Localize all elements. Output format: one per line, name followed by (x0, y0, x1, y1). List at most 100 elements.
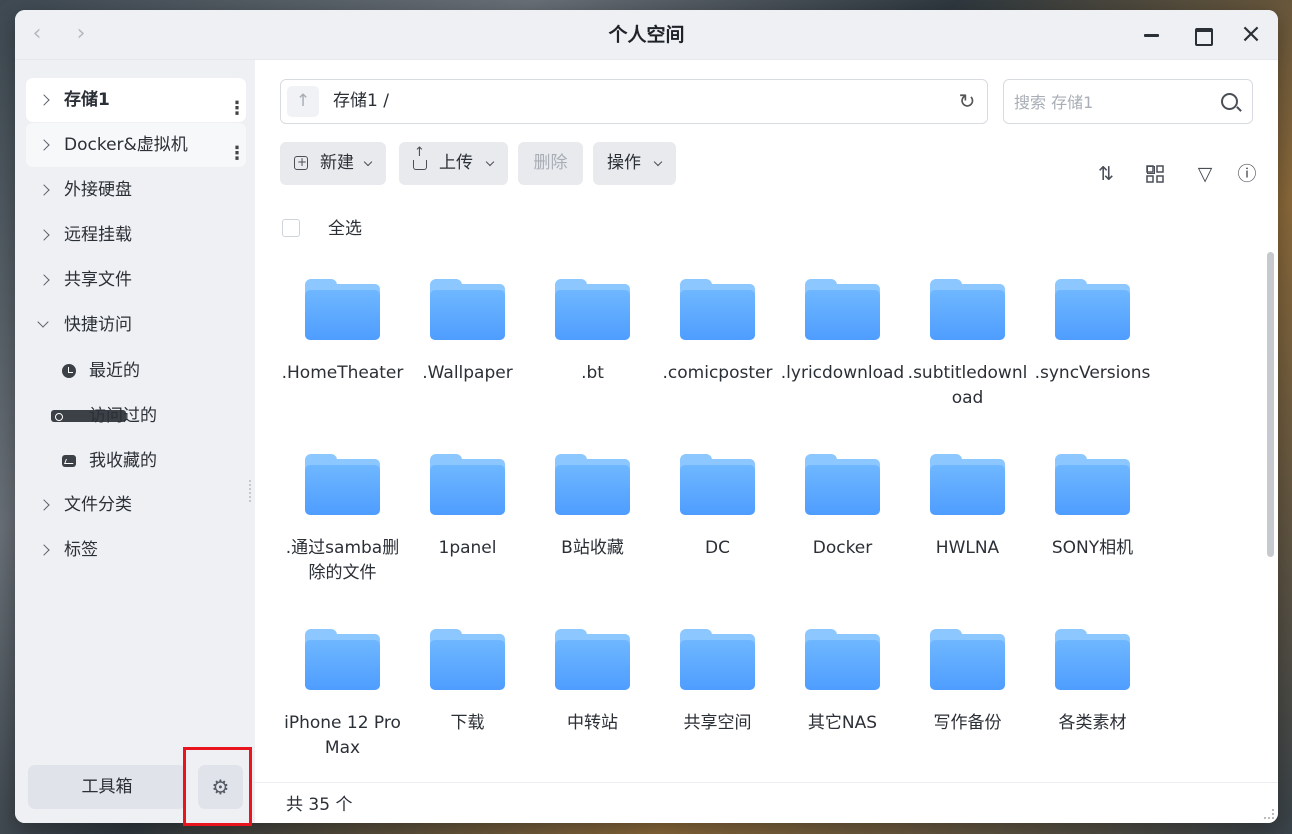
folder-tile[interactable]: .comicposter (655, 265, 780, 440)
more-menu-icon[interactable] (228, 132, 246, 176)
sidebar-item-label: 快捷访问 (64, 315, 132, 335)
folder-tile[interactable]: 共享空间 (655, 615, 780, 790)
folder-tile[interactable]: .bt (530, 265, 655, 440)
folder-tile[interactable]: 中转站 (530, 615, 655, 790)
forward-button[interactable]: › (70, 23, 92, 46)
folder-tile[interactable]: B站收藏 (530, 440, 655, 615)
new-file-icon (294, 155, 308, 170)
folder-tile[interactable]: .lyricdownload (780, 265, 905, 440)
grid-view-icon[interactable] (1144, 163, 1166, 185)
folder-name: SONY相机 (1051, 538, 1134, 558)
path-bar[interactable]: ↑ 存储1 / ↻ (280, 79, 988, 124)
folder-icon (430, 629, 505, 693)
folder-tile[interactable]: 1panel (405, 440, 530, 615)
delete-button[interactable]: 删除 (518, 142, 583, 185)
sidebar-item-favorites[interactable]: 我收藏的 (26, 439, 246, 483)
sidebar-item-label: 我收藏的 (89, 451, 157, 471)
sidebar-item-shared-files[interactable]: 共享文件 (26, 258, 246, 302)
chevron-right-icon[interactable] (38, 258, 52, 302)
folder-tile[interactable]: HWLNA (905, 440, 1030, 615)
sidebar-item-file-categories[interactable]: 文件分类 (26, 483, 246, 527)
filter-icon[interactable]: ▽ (1194, 163, 1216, 185)
sidebar-item-label: 远程挂载 (64, 225, 132, 245)
chevron-right-icon[interactable] (38, 168, 52, 212)
folder-tile[interactable]: 其它NAS (780, 615, 905, 790)
sidebar-item-recent[interactable]: 最近的 (26, 349, 246, 393)
folder-tile[interactable]: DC (655, 440, 780, 615)
folder-icon (680, 279, 755, 343)
back-button[interactable]: ‹ (26, 23, 48, 46)
folder-name: B站收藏 (561, 538, 624, 558)
folder-tile[interactable]: Docker (780, 440, 905, 615)
folder-name: .Wallpaper (422, 363, 513, 383)
folder-icon (805, 279, 880, 343)
folder-tile[interactable]: .通过samba删除的文件 (280, 440, 405, 615)
folder-tile[interactable]: .HomeTheater (280, 265, 405, 440)
chevron-down-icon[interactable] (38, 303, 52, 347)
folder-tile[interactable]: iPhone 12 Pro Max (280, 615, 405, 790)
folder-tile[interactable]: .Wallpaper (405, 265, 530, 440)
sidebar-item-quick-access[interactable]: 快捷访问 (26, 303, 246, 347)
new-button-label: 新建 (320, 153, 354, 173)
chevron-right-icon[interactable] (38, 483, 52, 527)
sidebar-item-external-disk[interactable]: 外接硬盘 (26, 168, 246, 212)
sidebar-item-storage1[interactable]: 存储1 (26, 78, 246, 131)
minimize-button[interactable] (1140, 23, 1164, 47)
search-icon[interactable] (1221, 93, 1238, 110)
search-input[interactable] (1014, 88, 1204, 116)
refresh-icon[interactable]: ↻ (957, 91, 977, 111)
toolbox-button[interactable]: 工具箱 (28, 765, 186, 809)
new-button[interactable]: 新建 (280, 142, 386, 185)
chevron-right-icon[interactable] (38, 213, 52, 257)
folder-name: 写作备份 (933, 713, 1002, 733)
folder-name: 1panel (438, 538, 497, 558)
folder-icon (555, 279, 630, 343)
folder-tile[interactable]: .syncVersions (1030, 265, 1155, 440)
folder-icon (305, 454, 380, 518)
search-box (1003, 79, 1253, 124)
chevron-right-icon[interactable] (38, 78, 52, 122)
sidebar-item-docker-vm[interactable]: Docker&虚拟机 (26, 123, 246, 176)
sidebar-item-label: 共享文件 (64, 270, 132, 290)
select-all-checkbox[interactable] (282, 219, 300, 237)
folder-tile[interactable]: 写作备份 (905, 615, 1030, 790)
folder-tile[interactable]: SONY相机 (1030, 440, 1155, 615)
folder-icon (305, 629, 380, 693)
sidebar-item-remote-mount[interactable]: 远程挂载 (26, 213, 246, 257)
sidebar-item-label: 存储1 (64, 90, 110, 110)
folder-icon (305, 279, 380, 343)
sidebar-item-tags[interactable]: 标签 (26, 528, 246, 572)
folder-name: 其它NAS (807, 713, 878, 733)
more-menu-icon[interactable] (228, 87, 246, 131)
sidebar-resize-handle[interactable] (249, 480, 251, 502)
upload-button-label: 上传 (439, 153, 473, 173)
upload-icon (413, 146, 427, 170)
action-button[interactable]: 操作 (593, 142, 676, 185)
vertical-scrollbar[interactable] (1267, 252, 1274, 557)
window-title: 个人空间 (608, 24, 685, 46)
up-directory-button[interactable]: ↑ (287, 86, 319, 117)
sidebar-item-label: 访问过的 (89, 406, 157, 426)
close-button[interactable]: × (1239, 21, 1263, 47)
sidebar-item-visited[interactable]: 访问过的 (26, 394, 246, 438)
folder-icon (805, 629, 880, 693)
sort-icon[interactable]: ⇅ (1095, 163, 1117, 185)
folder-name: HWLNA (935, 538, 1000, 558)
chevron-right-icon[interactable] (38, 528, 52, 572)
folder-tile[interactable]: 各类素材 (1030, 615, 1155, 790)
resize-grip-icon[interactable] (1264, 809, 1274, 819)
folder-name: .HomeTheater (281, 363, 404, 383)
folder-icon (930, 279, 1005, 343)
folder-name: .bt (581, 363, 604, 383)
maximize-button[interactable] (1190, 23, 1214, 47)
select-all-label: 全选 (328, 219, 362, 239)
info-icon[interactable]: ⓘ (1236, 163, 1258, 185)
chevron-right-icon[interactable] (38, 123, 52, 167)
settings-button[interactable]: ⚙ (198, 765, 243, 809)
folder-tile[interactable]: .subtitledownload (905, 265, 1030, 440)
folder-name: 中转站 (567, 713, 618, 733)
folder-tile[interactable]: 下载 (405, 615, 530, 790)
sidebar-item-label: Docker&虚拟机 (64, 135, 188, 155)
upload-button[interactable]: 上传 (399, 142, 508, 185)
item-count: 共 35 个 (286, 795, 353, 815)
